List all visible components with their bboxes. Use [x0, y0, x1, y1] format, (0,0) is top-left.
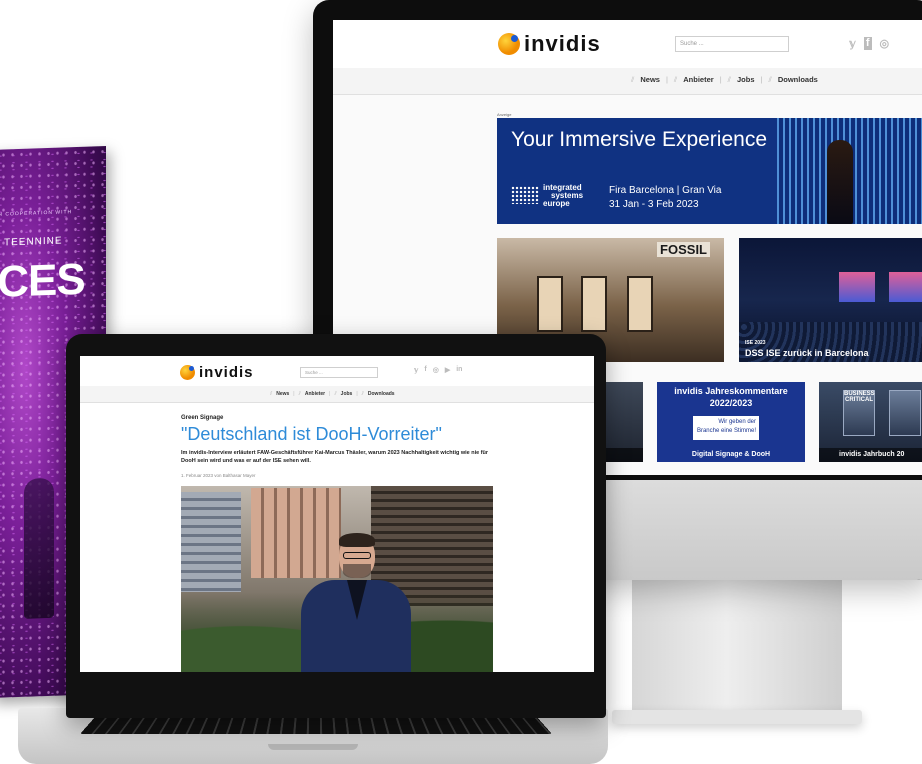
- logo-orb-icon: [180, 365, 195, 380]
- fossil-sign: FOSSIL: [657, 242, 710, 257]
- jahrbuch-panel: [889, 390, 921, 436]
- desktop-logo[interactable]: invidis: [498, 31, 601, 57]
- jahrbuch-panel: BUSINESS CRITICAL: [843, 390, 875, 436]
- promo-footer: Digital Signage & DooH: [691, 451, 771, 458]
- desktop-social-icons: 𝕪 f ◎: [849, 37, 889, 50]
- ise-logo-icon: [511, 186, 539, 204]
- ise-brand: integrated systems europe: [543, 183, 584, 208]
- instagram-icon[interactable]: ◎: [880, 37, 890, 50]
- laptop-screen: invidis Suche ... 𝕪 f ◎ ▶ in ⫽ News | ⫽ Anb…: [80, 356, 594, 672]
- twitter-icon[interactable]: 𝕪: [414, 366, 418, 374]
- article-kicker: Green Signage: [181, 415, 224, 421]
- article-card-dss-ise[interactable]: ISE 2023 DSS ISE zurück in Barcelona: [739, 238, 922, 362]
- ad-label: Anzeige: [497, 112, 512, 117]
- linkedin-icon[interactable]: in: [456, 366, 462, 374]
- banner-headline: Your Immersive Experience: [511, 128, 767, 151]
- nav-anbieter[interactable]: Anbieter: [683, 75, 713, 85]
- article-byline: 1. Februar 2023 von Balthasar Mayer: [181, 473, 256, 478]
- nav-downloads[interactable]: Downloads: [368, 391, 395, 397]
- banner-figure: [827, 140, 853, 224]
- laptop-nav: ⫽ News | ⫽ Anbieter | ⫽ Jobs | ⫽ Downloads: [80, 386, 594, 403]
- facebook-icon[interactable]: f: [863, 37, 872, 50]
- desktop-search-input[interactable]: Suche ...: [675, 36, 789, 52]
- desktop-nav: ⫽ News | ⫽ Anbieter | ⫽ Jobs | ⫽ Downloads: [333, 68, 922, 95]
- youtube-icon[interactable]: ▶: [445, 366, 450, 374]
- nav-jobs[interactable]: Jobs: [341, 391, 353, 397]
- promo-jahreskommentare[interactable]: invidis Jahreskommentare 2022/2023 Wir g…: [657, 382, 805, 462]
- instagram-icon[interactable]: ◎: [433, 366, 439, 374]
- card-caption: DSS ISE zurück in Barcelona: [745, 348, 869, 358]
- jahrbuch-caption: invidis Jahrbuch 20: [819, 448, 922, 462]
- magazine-figure: [24, 477, 54, 619]
- promo-box: Wir geben der Branche eine Stimme!: [693, 416, 759, 440]
- interviewee: [301, 533, 411, 672]
- laptop-search-input[interactable]: Suche ...: [300, 367, 378, 378]
- monitor-foot: [612, 710, 862, 724]
- magazine-kicker-2: TEENNINE: [4, 235, 63, 249]
- laptop-social-icons: 𝕪 f ◎ ▶ in: [414, 366, 462, 374]
- banner-venue: Fira Barcelona | Gran Via: [609, 185, 722, 196]
- desktop-header: invidis Suche ... 𝕪 f ◎: [333, 20, 922, 68]
- card-tag: ISE 2023: [745, 340, 766, 346]
- ise-banner[interactable]: Your Immersive Experience integrated sys…: [497, 118, 922, 224]
- laptop-header: invidis Suche ... 𝕪 f ◎ ▶ in: [80, 356, 594, 386]
- twitter-icon[interactable]: 𝕪: [849, 37, 856, 50]
- logo-orb-icon: [498, 33, 520, 55]
- logo-text: invidis: [199, 364, 254, 381]
- article-photo: [181, 486, 493, 672]
- promo-year: 2022/2023: [709, 398, 753, 408]
- nav-news[interactable]: News: [276, 391, 289, 397]
- nav-anbieter[interactable]: Anbieter: [305, 391, 325, 397]
- promo-title: invidis Jahreskommentare: [674, 386, 788, 396]
- monitor-stand: [632, 580, 842, 718]
- facebook-icon[interactable]: f: [424, 366, 426, 374]
- nav-news[interactable]: News: [640, 75, 660, 85]
- logo-text: invidis: [524, 31, 601, 56]
- article-lead: Im invidis-Interview erläutert FAW-Gesch…: [181, 450, 489, 464]
- laptop-logo[interactable]: invidis: [180, 364, 254, 381]
- article-title[interactable]: "Deutschland ist DooH-Vorreiter": [181, 424, 442, 445]
- laptop-keyboard: [80, 716, 552, 734]
- laptop-notch: [268, 744, 358, 750]
- magazine-title: ICES: [0, 254, 85, 308]
- article-card-small[interactable]: [603, 382, 643, 462]
- banner-dates: 31 Jan - 3 Feb 2023: [609, 199, 699, 210]
- nav-jobs[interactable]: Jobs: [737, 75, 755, 85]
- promo-jahrbuch[interactable]: BUSINESS CRITICAL invidis Jahrbuch 20: [819, 382, 922, 462]
- nav-downloads[interactable]: Downloads: [778, 75, 818, 85]
